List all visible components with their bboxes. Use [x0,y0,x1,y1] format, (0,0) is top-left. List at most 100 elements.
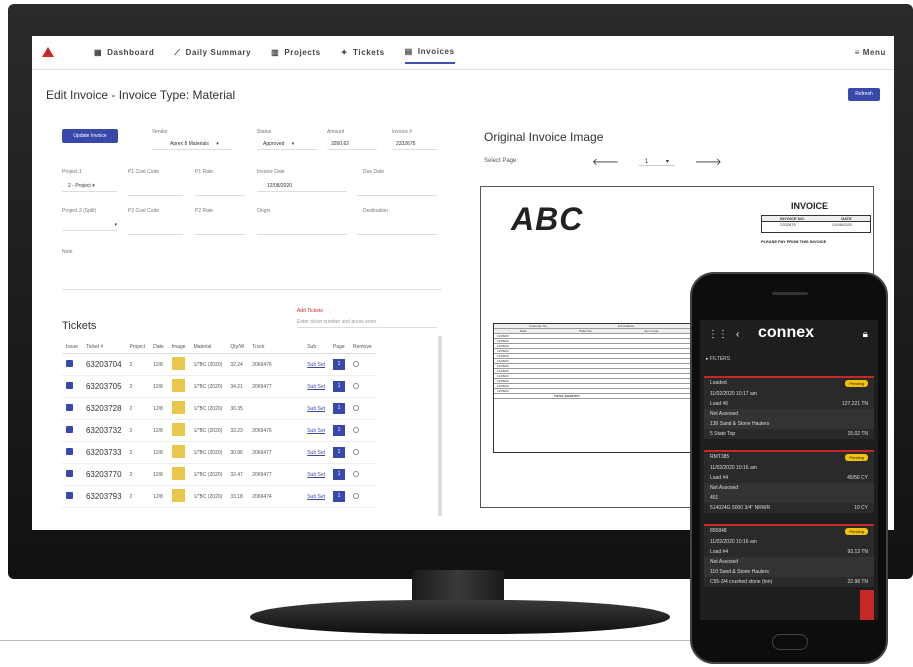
image-cell[interactable] [167,485,190,508]
remove-radio[interactable] [353,360,359,367]
col-header[interactable]: Material [189,341,227,354]
ticket-card[interactable]: RMT385 Pending 11/02/2020 10:16 am Load #4 4… [704,450,874,513]
nav-daily-summary[interactable]: ⟋ Daily Summary [174,42,251,64]
field-value[interactable] [357,187,437,196]
p1-cost-code-field[interactable]: P1 Cost Code [128,169,183,196]
remove-radio[interactable] [353,492,359,499]
col-header[interactable]: Ticket # [81,341,126,354]
issue-checkbox[interactable] [66,492,73,499]
col-header[interactable]: Sub [303,341,329,354]
issue-checkbox[interactable] [66,470,73,477]
page-button[interactable]: 1 [333,381,345,392]
issue-cell[interactable] [62,353,82,376]
filters-button[interactable]: ▸ FILTERS [706,356,730,362]
issue-cell[interactable] [62,397,82,420]
sub-link[interactable]: Sub Set [307,406,325,412]
field-value[interactable]: Aprex 8 Materials ▾ [152,141,232,150]
due-date-field[interactable]: Due Date [357,169,437,196]
remove-radio[interactable] [353,404,359,411]
col-header[interactable]: Project [125,341,150,354]
page-select[interactable]: 1 ▾ [638,158,675,166]
image-cell[interactable] [167,441,190,464]
col-header[interactable]: Issue [62,341,82,354]
grid-icon[interactable]: ⋮⋮ [708,329,728,340]
tickets-scrollbar[interactable] [438,336,442,516]
destination-field[interactable]: Destination [357,208,437,235]
field-value[interactable] [128,226,183,235]
image-cell[interactable] [167,463,190,486]
ticket-thumbnail[interactable] [171,467,185,480]
field-value[interactable]: Approved ▾ [257,141,317,150]
col-header[interactable]: Page [329,341,349,354]
remove-radio[interactable] [353,426,359,433]
arrow-left-icon[interactable]: 🡐 [592,156,619,168]
page-button[interactable]: 1 [333,425,345,436]
chevron-left-icon[interactable]: ‹ [736,329,739,340]
vendor-field[interactable]: Vendor Aprex 8 Materials ▾ [152,129,232,150]
sub-link[interactable]: Sub Set [307,362,325,368]
arrow-right-icon[interactable]: 🡒 [695,156,722,168]
issue-checkbox[interactable] [66,426,73,433]
lock-icon[interactable]: 🔒︎ [863,329,868,340]
amount-value[interactable]: 3260.62 [327,141,377,150]
remove-radio[interactable] [353,448,359,455]
invoice-date-value[interactable]: 12/08/2020 [257,183,347,192]
page-button[interactable]: 1 [333,491,345,502]
p2-cost-code-field[interactable]: P2 Cost Code [128,208,183,235]
issue-checkbox[interactable] [66,382,73,389]
issue-cell[interactable] [62,375,82,398]
ticket-thumbnail[interactable] [171,357,185,370]
page-button[interactable]: 1 [333,469,345,480]
page-button[interactable]: 1 [333,403,345,414]
ticket-thumbnail[interactable] [171,445,185,458]
ticket-card[interactable]: Loaded Pending 11/02/2020 10:17 am Load #6 1… [704,376,874,439]
ticket-thumbnail[interactable] [171,423,185,436]
ticket-thumbnail[interactable] [171,489,185,502]
remove-radio[interactable] [353,470,359,477]
note-input[interactable] [62,281,442,290]
home-button[interactable] [772,634,808,650]
field-value[interactable] [195,226,245,235]
sub-link[interactable]: Sub Set [307,450,325,456]
nav-tickets[interactable]: ✦ Tickets [341,42,385,63]
menu-button[interactable]: ≡ Menu [855,48,886,57]
issue-checkbox[interactable] [66,448,73,455]
sub-link[interactable]: Sub Set [307,494,325,500]
page-button[interactable]: 1 [333,447,345,458]
sub-link[interactable]: Sub Set [307,428,325,434]
image-cell[interactable] [167,353,190,376]
col-header[interactable]: Qty/W [226,341,249,354]
image-cell[interactable] [167,419,190,442]
field-value[interactable] [357,226,437,235]
ticket-thumbnail[interactable] [171,401,185,414]
issue-cell[interactable] [62,485,82,508]
issue-cell[interactable] [62,419,82,442]
field-value[interactable] [195,187,245,196]
field-value[interactable] [128,187,183,196]
p1-rate-field[interactable]: P1 Rate [195,169,245,196]
col-header[interactable]: Image [167,341,190,354]
invoice-number-value[interactable]: 2332675 [392,141,437,150]
sub-link[interactable]: Sub Set [307,384,325,390]
col-header[interactable]: Remove [349,341,376,354]
note-field[interactable]: Note [62,249,442,290]
field-value[interactable]: ▾ [62,222,117,231]
issue-checkbox[interactable] [66,360,73,367]
field-value[interactable]: 2 - Project ▾ [62,183,117,192]
project2-field[interactable]: Project 2 (Split) ▾ [62,208,117,231]
status-field[interactable]: Status Approved ▾ [257,129,317,150]
page-button[interactable]: 1 [333,359,345,370]
issue-cell[interactable] [62,463,82,486]
ticket-search-input[interactable]: Enter ticket number and press enter [297,319,437,328]
origin-field[interactable]: Origin [257,208,347,235]
nav-projects[interactable]: ▥ Projects [271,42,321,63]
ticket-thumbnail[interactable] [171,379,185,392]
update-invoice-button[interactable]: Update Invoice [62,129,118,143]
ticket-card[interactable]: 855848 Pending 11/02/2020 10:16 am Load #4 9… [704,524,874,587]
col-header[interactable]: Date [149,341,168,354]
amount-field[interactable]: Amount 3260.62 [327,129,377,150]
remove-radio[interactable] [353,382,359,389]
sub-link[interactable]: Sub Set [307,472,325,478]
invoice-number-field[interactable]: Invoice # 2332675 [392,129,437,150]
issue-checkbox[interactable] [66,404,73,411]
